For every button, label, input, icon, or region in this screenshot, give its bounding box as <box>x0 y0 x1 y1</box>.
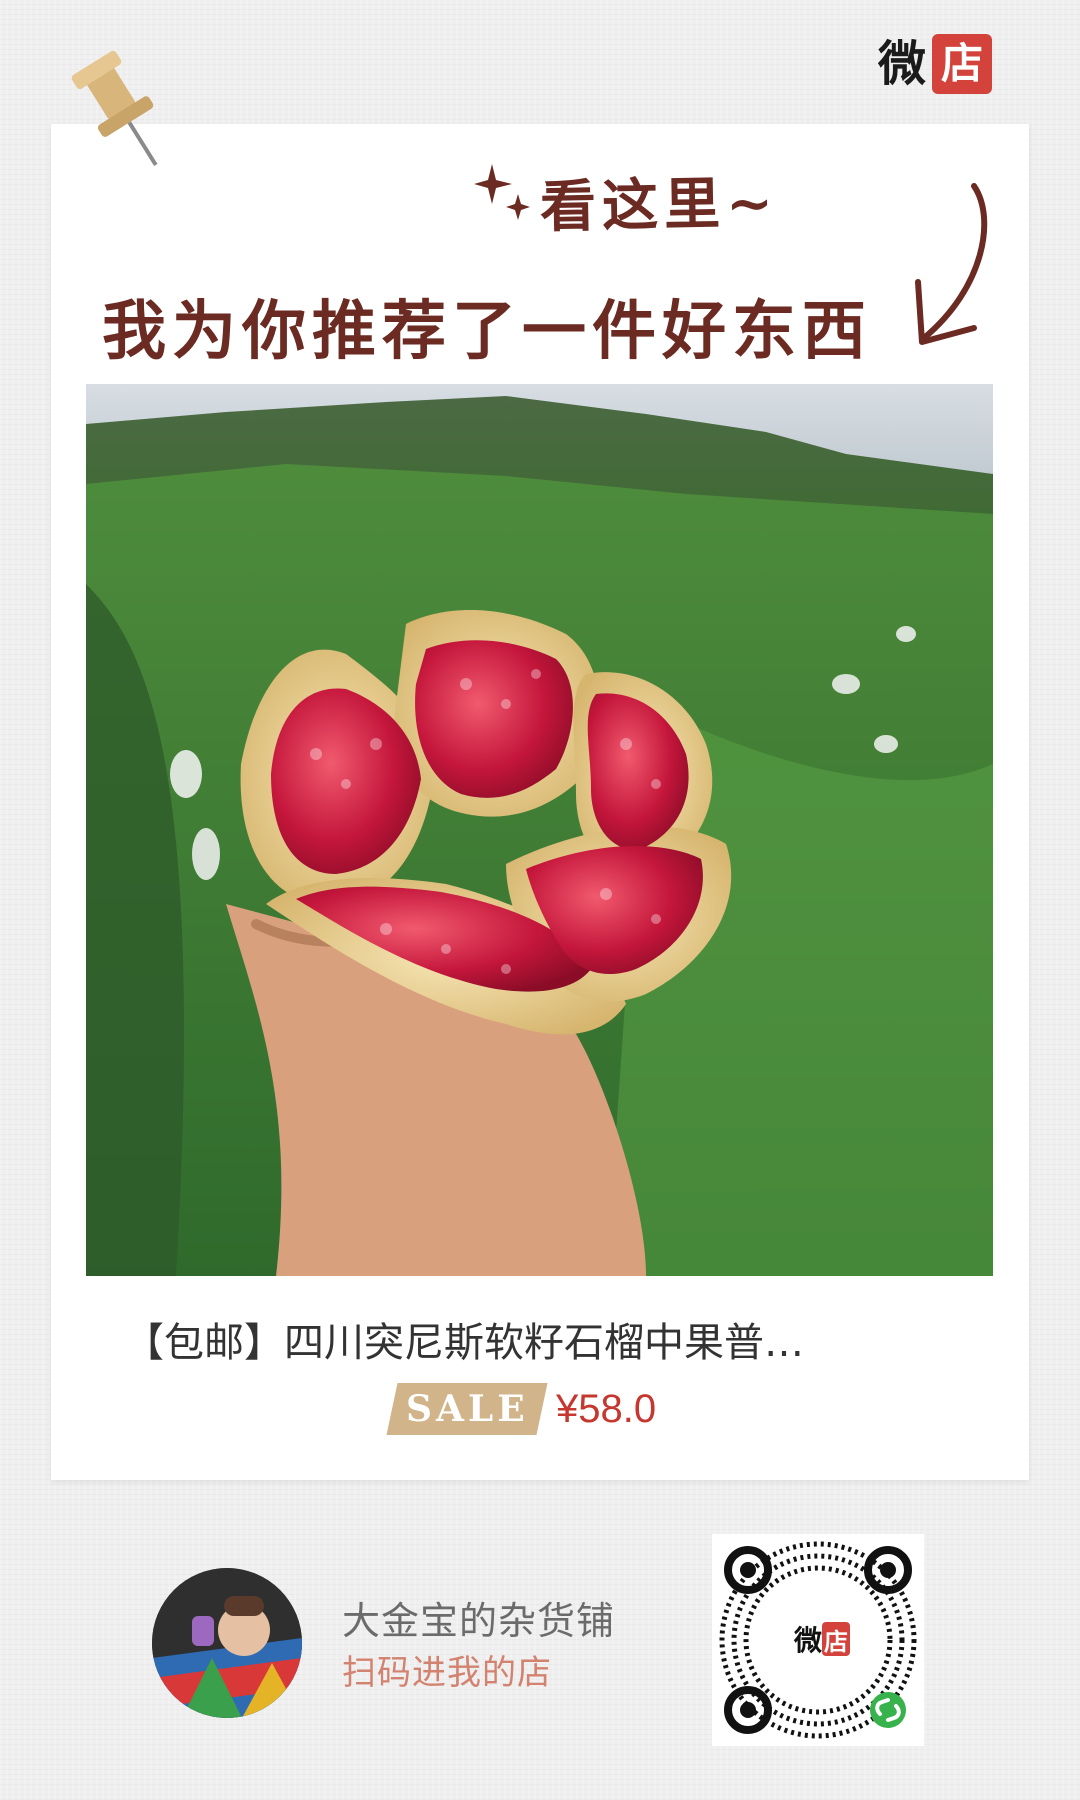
shop-name[interactable]: 大金宝的杂货铺 <box>342 1590 615 1645</box>
qr-wei: 微 <box>793 1624 822 1657</box>
curved-arrow-icon <box>915 183 988 345</box>
mini-program-link-icon <box>870 1692 906 1728</box>
shop-cta: 扫码进我的店 <box>342 1653 552 1693</box>
product-price: ¥58.0 <box>556 1386 657 1431</box>
product-photo[interactable] <box>86 384 993 1276</box>
sale-badge: SALE <box>386 1383 548 1435</box>
pushpin-icon <box>71 50 158 166</box>
price-row: SALE ¥58.0 <box>386 1383 657 1435</box>
sale-badge-text: SALE <box>405 1388 529 1430</box>
product-title[interactable]: 【包邮】四川突尼斯软籽石榴中果普… <box>124 1310 964 1368</box>
headline-recommend: 我为你推荐了一件好东西 <box>102 294 872 369</box>
shop-avatar[interactable] <box>152 1568 302 1718</box>
logo-wei: 微 <box>877 36 926 92</box>
qr-code[interactable]: 微 店 <box>712 1534 924 1746</box>
logo-dian: 店 <box>932 34 992 94</box>
qr-code-image: 微 店 <box>712 1534 924 1746</box>
avatar-image <box>152 1568 302 1718</box>
headline-look-here: 看这里~ <box>539 169 780 241</box>
qr-dian: 店 <box>824 1628 848 1656</box>
pomegranate-illustration <box>86 384 993 1276</box>
sparkle-icon <box>474 164 530 220</box>
weidian-logo: 微 店 <box>878 34 992 94</box>
